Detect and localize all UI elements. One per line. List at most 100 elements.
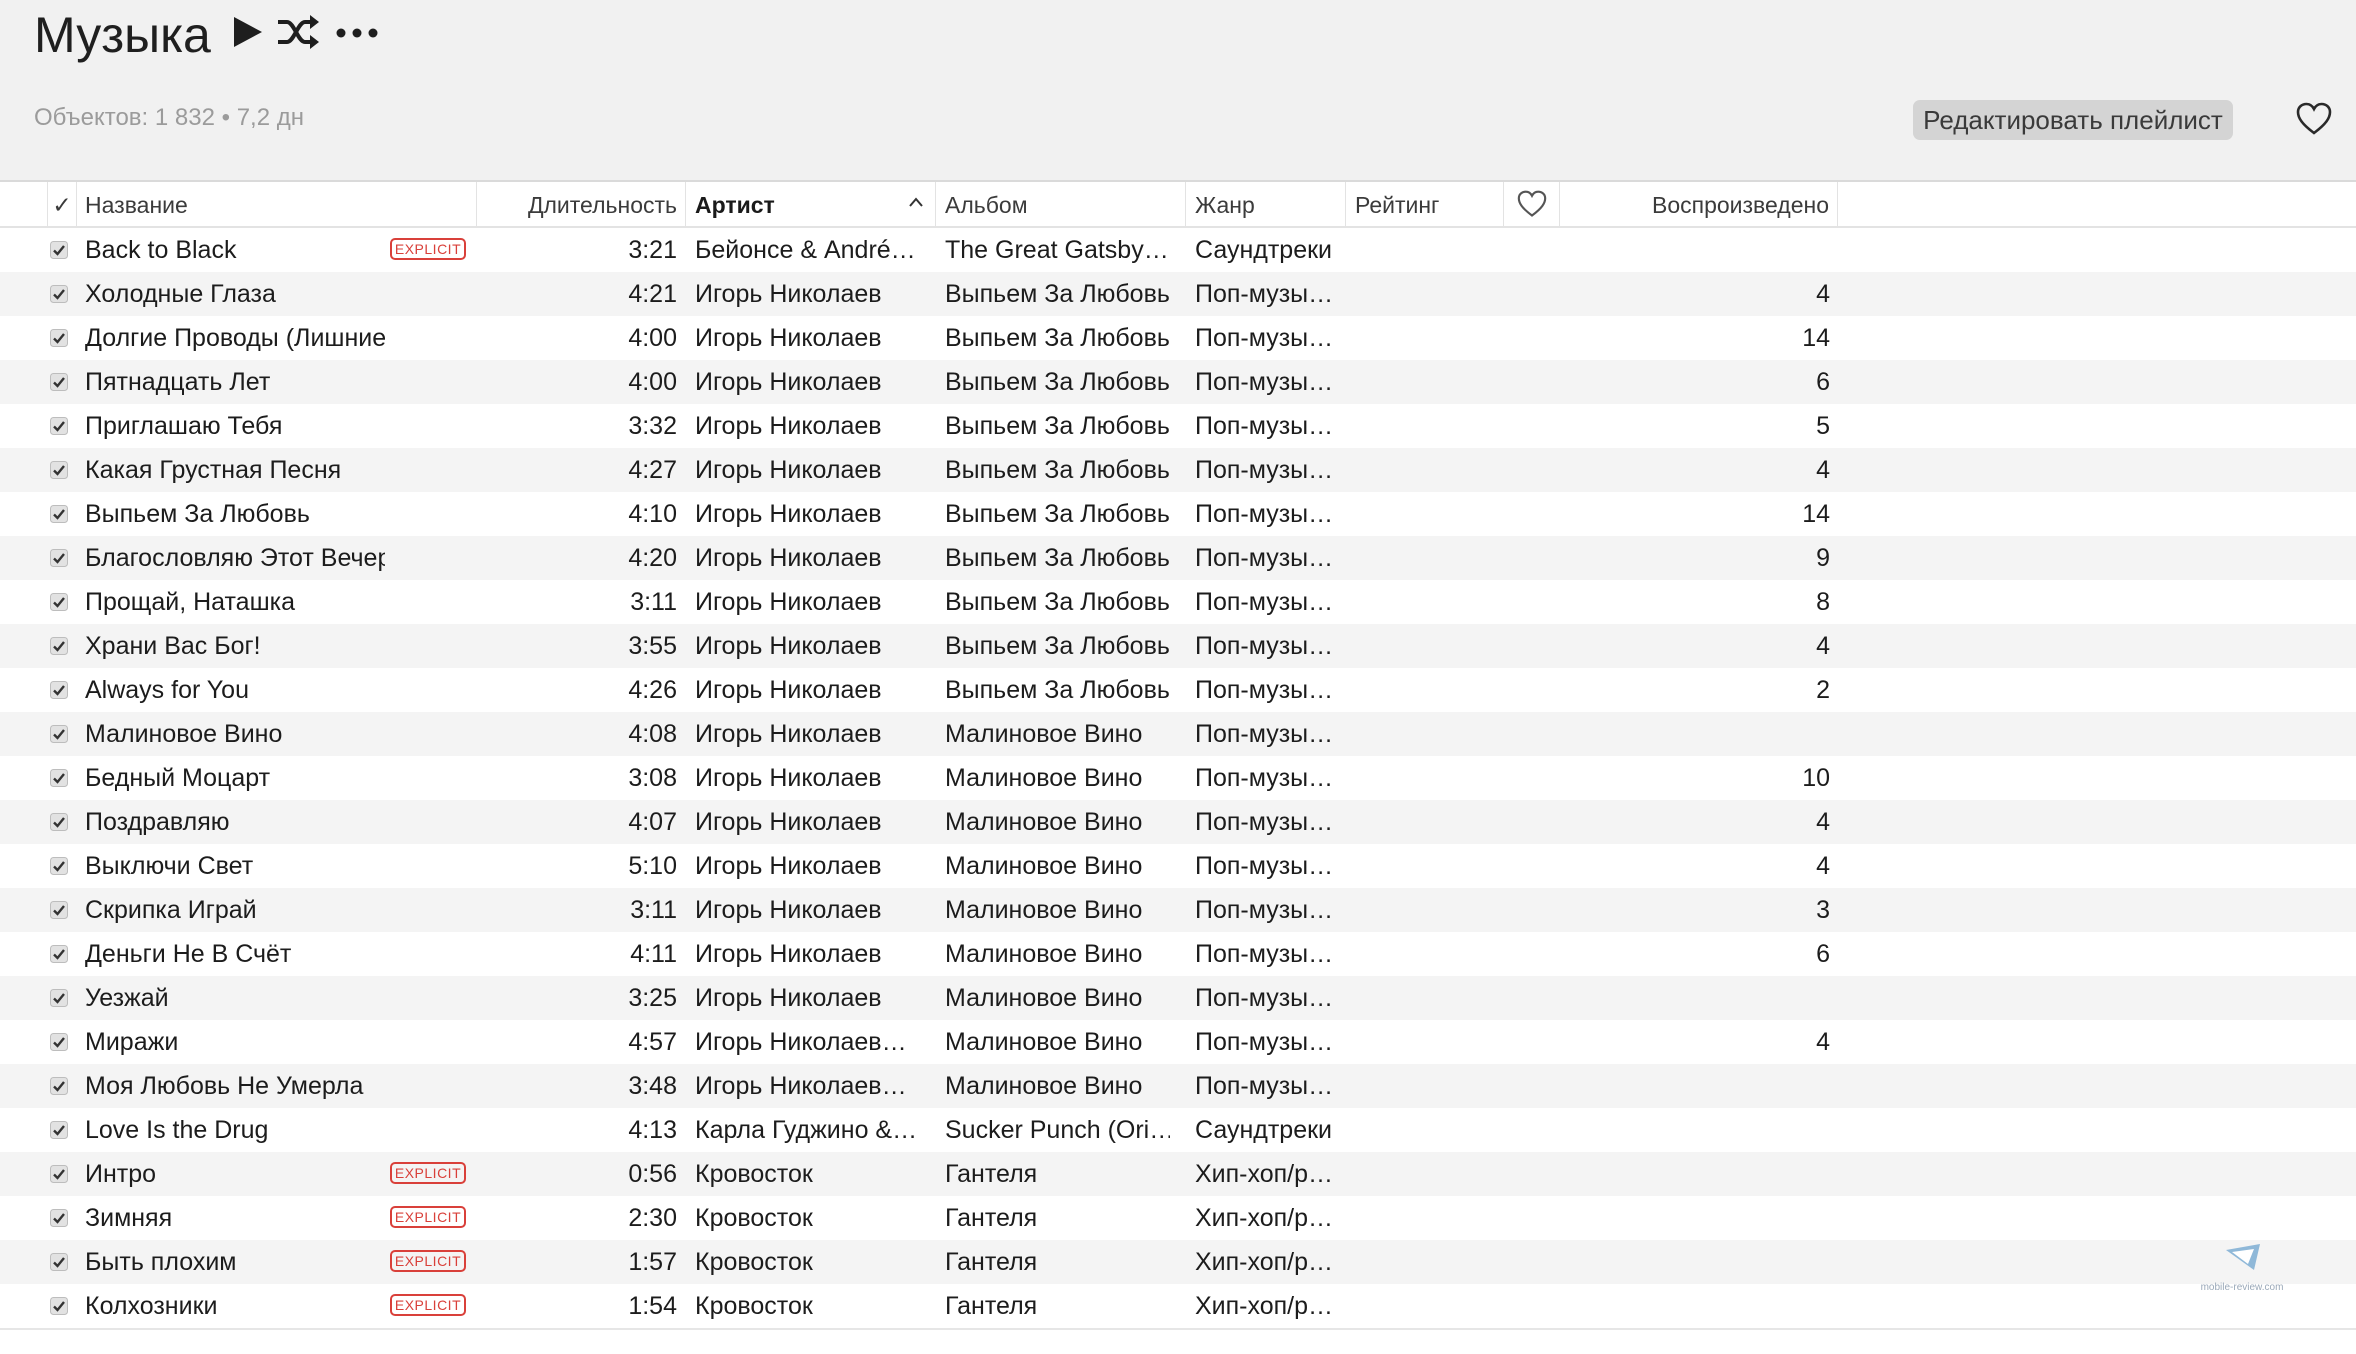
- table-row[interactable]: Малиновое Вино 4:08 Игорь Николаев Малиново…: [0, 712, 2356, 756]
- track-checkbox[interactable]: [50, 461, 68, 479]
- column-header-name[interactable]: Название: [77, 182, 477, 226]
- shuffle-button[interactable]: [276, 12, 322, 52]
- table-row[interactable]: Колхозники EXPLICIT 1:54 Кровосток Гантеля Хи…: [0, 1284, 2356, 1330]
- track-album: Выпьем За Любовь: [945, 412, 1170, 440]
- watermark-logo-icon: [2226, 1244, 2260, 1270]
- track-name: Выключи Свет: [85, 852, 254, 880]
- track-checkbox[interactable]: [50, 505, 68, 523]
- track-checkbox[interactable]: [50, 417, 68, 435]
- track-name: Зимняя: [85, 1204, 173, 1232]
- track-artist: Кровосток: [695, 1204, 813, 1232]
- table-row[interactable]: Моя Любовь Не Умерла 3:48 Игорь Николаев… М…: [0, 1064, 2356, 1108]
- track-artist: Игорь Николаев: [695, 456, 882, 484]
- track-name: Миражи: [85, 1028, 179, 1056]
- track-duration: 3:48: [628, 1072, 677, 1100]
- table-row[interactable]: Холодные Глаза 4:21 Игорь Николаев Выпьем З…: [0, 272, 2356, 316]
- table-row[interactable]: Пятнадцать Лет 4:00 Игорь Николаев Выпьем З…: [0, 360, 2356, 404]
- column-header-favorite[interactable]: [1504, 182, 1560, 226]
- track-checkbox[interactable]: [50, 725, 68, 743]
- track-duration: 2:30: [628, 1204, 677, 1232]
- column-header-artist-label: Артист: [695, 192, 775, 218]
- table-row[interactable]: Always for You 4:26 Игорь Николаев Выпьем З…: [0, 668, 2356, 712]
- table-row[interactable]: Love Is the Drug 4:13 Карла Гуджино &… Suck…: [0, 1108, 2356, 1152]
- edit-playlist-button[interactable]: Редактировать плейлист: [1913, 100, 2233, 140]
- table-row[interactable]: Уезжай 3:25 Игорь Николаев Малиновое Вино По…: [0, 976, 2356, 1020]
- column-header-genre[interactable]: Жанр: [1186, 182, 1346, 226]
- track-checkbox[interactable]: [50, 813, 68, 831]
- table-row[interactable]: Интро EXPLICIT 0:56 Кровосток Гантеля Хип-хоп…: [0, 1152, 2356, 1196]
- track-artist: Игорь Николаев: [695, 720, 882, 748]
- track-album: Выпьем За Любовь: [945, 588, 1170, 616]
- track-checkbox[interactable]: [50, 681, 68, 699]
- track-name: Скрипка Играй: [85, 896, 257, 924]
- column-header-artist[interactable]: Артист: [686, 182, 936, 226]
- track-duration: 3:32: [628, 412, 677, 440]
- column-header-rating[interactable]: Рейтинг: [1346, 182, 1504, 226]
- table-row[interactable]: Прощай, Наташка 3:11 Игорь Николаев Выпьем …: [0, 580, 2356, 624]
- track-checkbox[interactable]: [50, 1077, 68, 1095]
- column-header-spacer: [0, 182, 48, 226]
- column-header-plays[interactable]: Воспроизведено: [1560, 182, 1838, 226]
- track-genre: Поп-музы…: [1195, 896, 1334, 924]
- track-checkbox[interactable]: [50, 1253, 68, 1271]
- track-plays: 4: [1816, 808, 1830, 836]
- table-row[interactable]: Скрипка Играй 3:11 Игорь Николаев Малиновое…: [0, 888, 2356, 932]
- track-plays: 14: [1802, 500, 1830, 528]
- table-row[interactable]: Какая Грустная Песня 4:27 Игорь Николаев Вы…: [0, 448, 2356, 492]
- play-button[interactable]: [230, 14, 266, 50]
- track-plays: 10: [1802, 764, 1830, 792]
- column-header-duration[interactable]: Длительность: [477, 182, 686, 226]
- track-checkbox[interactable]: [50, 373, 68, 391]
- table-row[interactable]: Бедный Моцарт 3:08 Игорь Николаев Малиновое…: [0, 756, 2356, 800]
- track-checkbox[interactable]: [50, 857, 68, 875]
- track-checkbox[interactable]: [50, 1033, 68, 1051]
- track-plays: 9: [1816, 544, 1830, 572]
- track-checkbox[interactable]: [50, 637, 68, 655]
- track-duration: 1:54: [628, 1292, 677, 1320]
- track-checkbox[interactable]: [50, 769, 68, 787]
- track-duration: 4:00: [628, 324, 677, 352]
- favorite-button[interactable]: [2296, 102, 2332, 136]
- track-checkbox[interactable]: [50, 1165, 68, 1183]
- table-row[interactable]: Приглашаю Тебя 3:32 Игорь Николаев Выпьем З…: [0, 404, 2356, 448]
- table-row[interactable]: Поздравляю 4:07 Игорь Николаев Малиновое Ви…: [0, 800, 2356, 844]
- track-name: Храни Вас Бог!: [85, 632, 261, 660]
- table-row[interactable]: Миражи 4:57 Игорь Николаев… Малиновое Вино П…: [0, 1020, 2356, 1064]
- column-header-check[interactable]: ✓: [48, 182, 77, 226]
- table-row[interactable]: Долгие Проводы (Лишние Слё… 4:00 Игорь Ник…: [0, 316, 2356, 360]
- track-plays: 8: [1816, 588, 1830, 616]
- track-checkbox[interactable]: [50, 989, 68, 1007]
- track-checkbox[interactable]: [50, 549, 68, 567]
- track-album: Выпьем За Любовь: [945, 324, 1170, 352]
- track-checkbox[interactable]: [50, 593, 68, 611]
- track-checkbox[interactable]: [50, 285, 68, 303]
- track-checkbox[interactable]: [50, 1297, 68, 1315]
- track-plays: [1560, 228, 1830, 272]
- track-plays: 5: [1816, 412, 1830, 440]
- track-checkbox[interactable]: [50, 1209, 68, 1227]
- track-checkbox[interactable]: [50, 945, 68, 963]
- track-checkbox[interactable]: [50, 901, 68, 919]
- track-checkbox[interactable]: [50, 1121, 68, 1139]
- table-row[interactable]: Выключи Свет 5:10 Игорь Николаев Малиновое …: [0, 844, 2356, 888]
- table-row[interactable]: Выпьем За Любовь 4:10 Игорь Николаев Выпьем…: [0, 492, 2356, 536]
- track-artist: Игорь Николаев: [695, 940, 882, 968]
- column-header-album[interactable]: Альбом: [936, 182, 1186, 226]
- track-album: Малиновое Вино: [945, 896, 1143, 924]
- track-album: Гантеля: [945, 1160, 1038, 1188]
- table-row[interactable]: Зимняя EXPLICIT 2:30 Кровосток Гантеля Хип-хо…: [0, 1196, 2356, 1240]
- track-genre: Поп-музы…: [1195, 764, 1334, 792]
- table-row[interactable]: Храни Вас Бог! 3:55 Игорь Николаев Выпьем З…: [0, 624, 2356, 668]
- track-duration: 4:21: [628, 280, 677, 308]
- track-checkbox[interactable]: [50, 241, 68, 259]
- table-row[interactable]: Благословляю Этот Вечер 4:20 Игорь Николае…: [0, 536, 2356, 580]
- track-album: Малиновое Вино: [945, 1028, 1143, 1056]
- explicit-badge: EXPLICIT: [390, 1250, 466, 1272]
- table-row[interactable]: Back to Black EXPLICIT 3:21 Бейонсе & André…: [0, 228, 2356, 272]
- track-plays: 6: [1816, 940, 1830, 968]
- more-button[interactable]: [334, 16, 380, 50]
- table-row[interactable]: Быть плохим EXPLICIT 1:57 Кровосток Гантеля Х…: [0, 1240, 2356, 1284]
- table-row[interactable]: Деньги Не В Счёт 4:11 Игорь Николаев Малино…: [0, 932, 2356, 976]
- track-checkbox[interactable]: [50, 329, 68, 347]
- track-duration: 3:21: [628, 236, 677, 264]
